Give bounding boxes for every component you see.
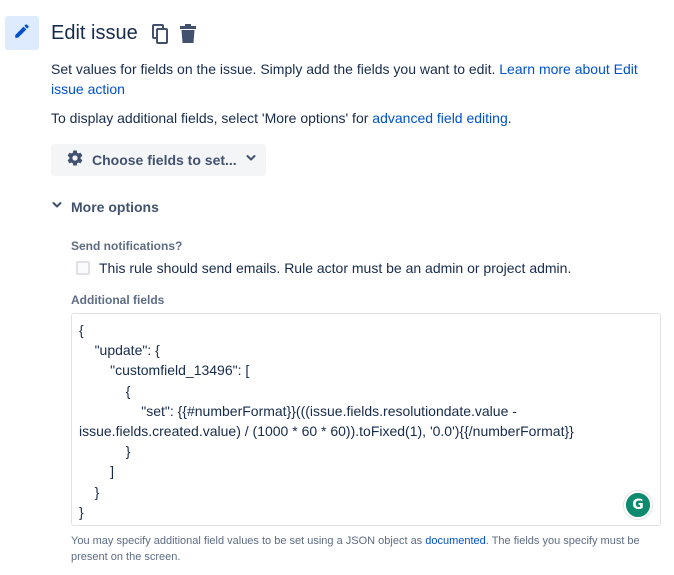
copy-icon[interactable] bbox=[150, 23, 170, 45]
advanced-field-editing-link[interactable]: advanced field editing bbox=[372, 110, 507, 126]
gear-icon bbox=[66, 149, 84, 172]
pencil-icon bbox=[13, 22, 31, 45]
send-emails-checkbox[interactable] bbox=[76, 261, 90, 275]
more-options-toggle[interactable]: More options bbox=[51, 198, 159, 216]
description-display-hint: To display additional fields, select 'Mo… bbox=[51, 110, 512, 126]
send-notifications-label: Send notifications? bbox=[71, 239, 183, 253]
title-row: Edit issue bbox=[51, 22, 198, 45]
grammarly-button[interactable]: G bbox=[626, 493, 650, 517]
send-emails-checkbox-label: This rule should send emails. Rule actor… bbox=[99, 260, 572, 276]
more-options-label: More options bbox=[71, 199, 159, 215]
grammarly-icon: G bbox=[626, 493, 650, 517]
documented-link[interactable]: documented bbox=[425, 535, 486, 547]
choose-fields-label: Choose fields to set... bbox=[92, 152, 237, 168]
chevron-down-icon bbox=[51, 198, 63, 216]
send-emails-option: This rule should send emails. Rule actor… bbox=[76, 260, 571, 276]
description-intro: Set values for fields on the issue. Simp… bbox=[51, 61, 638, 97]
additional-fields-textarea[interactable]: { "update": { "customfield_13496": [ { "… bbox=[71, 313, 661, 526]
edit-action-icon-tile bbox=[5, 16, 39, 50]
trash-icon[interactable] bbox=[178, 23, 198, 45]
page-title: Edit issue bbox=[51, 22, 138, 44]
chevron-down-icon bbox=[245, 151, 257, 169]
additional-fields-json: { "update": { "customfield_13496": [ { "… bbox=[79, 322, 574, 520]
additional-fields-label: Additional fields bbox=[71, 293, 165, 307]
choose-fields-button[interactable]: Choose fields to set... bbox=[51, 144, 266, 176]
additional-fields-helper-text: You may specify additional field values … bbox=[71, 535, 640, 563]
